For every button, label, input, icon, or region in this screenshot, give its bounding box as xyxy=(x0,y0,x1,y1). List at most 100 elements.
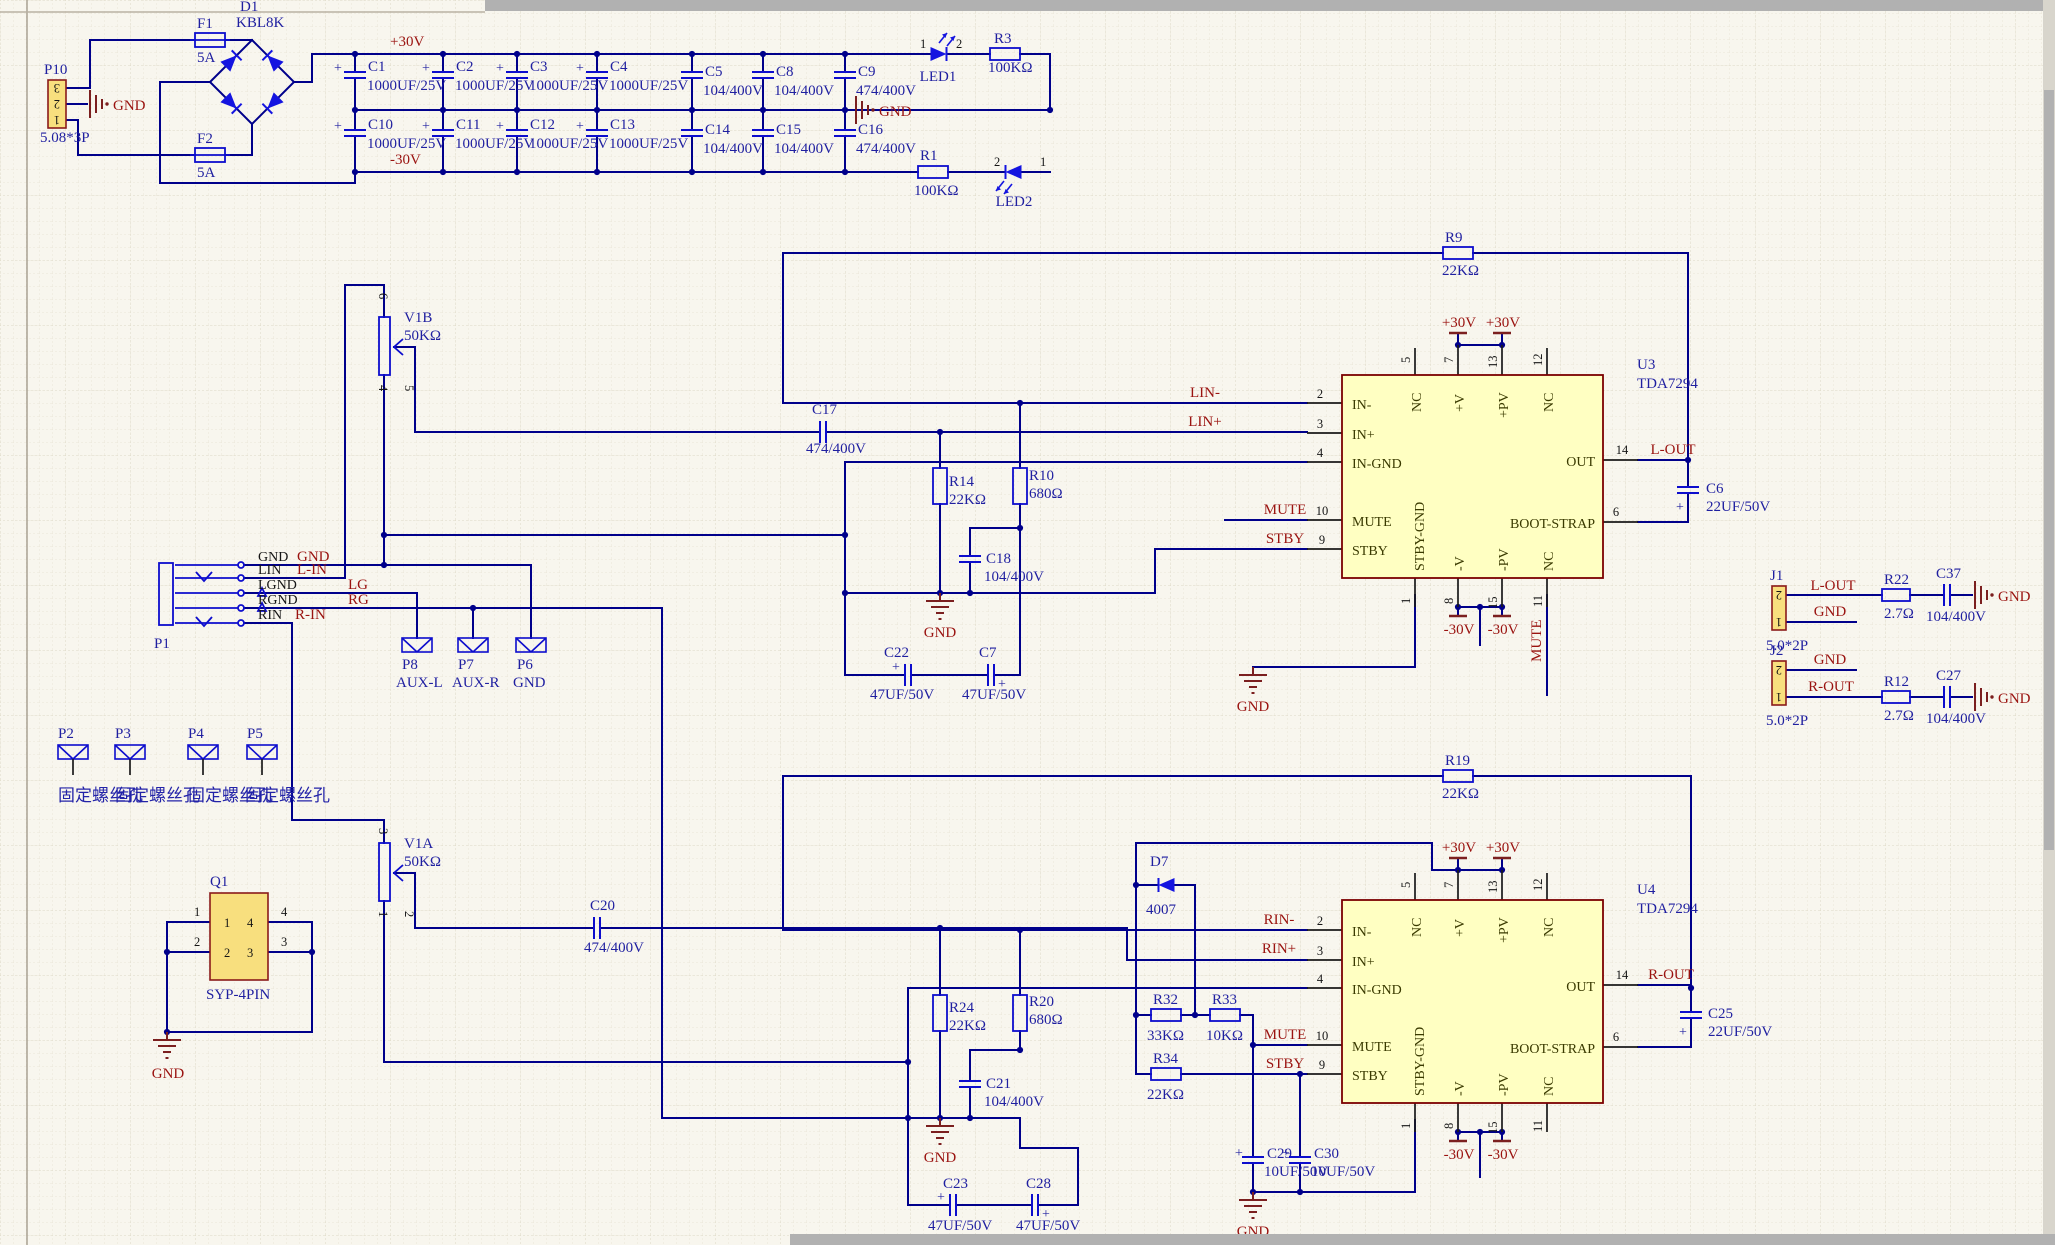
r32-value: 33KΩ xyxy=(1147,1028,1184,1044)
rail-p30-label: +30V xyxy=(390,34,424,50)
u4-pin10: 10 xyxy=(1316,1029,1329,1043)
net-mute-u4: MUTE xyxy=(1264,1027,1307,1043)
c28-value: 47UF/50V xyxy=(1016,1218,1080,1234)
u3-pin2: 2 xyxy=(1317,387,1323,401)
u4-name-nv: -V xyxy=(1453,1081,1468,1096)
led2-pin1: 1 xyxy=(1040,155,1046,169)
d1-value: KBL8K xyxy=(236,15,285,31)
r3-value: 100KΩ xyxy=(988,60,1032,76)
u4-pin2: 2 xyxy=(1317,914,1323,928)
led1-pin2: 2 xyxy=(956,37,962,51)
r14-ref: R14 xyxy=(949,474,975,490)
u3-name-nv: -V xyxy=(1453,556,1468,571)
c22-ref: C22 xyxy=(884,645,909,661)
c30-ref: C30 xyxy=(1314,1146,1339,1162)
c9-ref: C9 xyxy=(858,64,876,80)
q1-in4: 4 xyxy=(247,916,254,930)
v1b-value: 50KΩ xyxy=(404,328,441,344)
net-stby-u4: STBY xyxy=(1266,1056,1305,1072)
u4-pin3: 3 xyxy=(1317,944,1323,958)
c30-plus: + xyxy=(1282,1146,1290,1161)
j2-pin1: 1 xyxy=(1776,690,1782,704)
c10-ref: C10 xyxy=(368,117,393,133)
c27-ref: C27 xyxy=(1936,668,1962,684)
r12-ref: R12 xyxy=(1884,674,1909,690)
c11-value: 1000UF/25V xyxy=(455,136,534,152)
c23-plus: + xyxy=(937,1190,945,1205)
p10-gnd-label: GND xyxy=(113,98,146,114)
c25-ref: C25 xyxy=(1708,1006,1733,1022)
c3-plus: + xyxy=(496,61,504,76)
q1-in1: 1 xyxy=(224,916,230,930)
c37-value: 104/400V xyxy=(1926,609,1986,625)
f2-value: 5A xyxy=(197,165,216,181)
u4-value: TDA7294 xyxy=(1637,901,1698,917)
c21-value: 104/400V xyxy=(984,1094,1044,1110)
v1b-pin5: 5 xyxy=(402,385,416,391)
c12-plus: + xyxy=(496,119,504,134)
u3-pin4: 4 xyxy=(1317,446,1324,460)
r34-value: 22KΩ xyxy=(1147,1087,1184,1103)
c20-value: 474/400V xyxy=(584,940,644,956)
u3-name-mute: MUTE xyxy=(1352,515,1392,530)
u3-pin12: 12 xyxy=(1531,354,1545,367)
u3-pin14: 14 xyxy=(1616,443,1629,457)
u3-pin1: 1 xyxy=(1399,598,1413,604)
p1-pin-rin: RIN xyxy=(258,608,282,623)
u3-name-boot: BOOT-STRAP xyxy=(1510,517,1595,532)
net-lin-plus: LIN+ xyxy=(1188,414,1221,430)
scrollbar-top[interactable] xyxy=(485,0,2055,11)
r1-ref: R1 xyxy=(920,148,938,164)
net-l-in: L-IN xyxy=(297,562,327,578)
v1b-pin6: 6 xyxy=(376,293,390,299)
u4-name-out: OUT xyxy=(1566,980,1595,995)
net-gnd-j1: GND xyxy=(1814,604,1847,620)
r22-ref: R22 xyxy=(1884,572,1909,588)
schematic-canvas[interactable]: P10 5.08*3P 3 2 1 GND F1 5A F2 5A D1 KBL… xyxy=(0,0,2055,1245)
c29-plus: + xyxy=(1235,1146,1243,1161)
u4-name-in-plus: IN+ xyxy=(1352,955,1375,970)
net-gnd-j2: GND xyxy=(1814,652,1847,668)
net-rg: RG xyxy=(348,592,369,608)
c17-value: 474/400V xyxy=(806,441,866,457)
d7-ref: D7 xyxy=(1150,854,1169,870)
u3-p30-2: +30V xyxy=(1486,315,1520,331)
c15-value: 104/400V xyxy=(774,141,834,157)
v1a-value: 50KΩ xyxy=(404,854,441,870)
r34-ref: R34 xyxy=(1153,1051,1179,1067)
r19-value: 22KΩ xyxy=(1442,786,1479,802)
scrollbar-right-thumb[interactable] xyxy=(2044,90,2054,850)
c14-ref: C14 xyxy=(705,122,731,138)
p7-ref: P7 xyxy=(458,657,474,673)
p2-ref: P2 xyxy=(58,726,74,742)
r33-value: 10KΩ xyxy=(1206,1028,1243,1044)
c28-ref: C28 xyxy=(1026,1176,1051,1192)
u4-pin12: 12 xyxy=(1531,879,1545,892)
u4-pin13: 13 xyxy=(1486,881,1500,894)
u3-pin15: 15 xyxy=(1486,597,1500,610)
schematic-sheet[interactable]: P10 5.08*3P 3 2 1 GND F1 5A F2 5A D1 KBL… xyxy=(0,0,2055,1245)
r10-value: 680Ω xyxy=(1029,486,1063,502)
r1-value: 100KΩ xyxy=(914,183,958,199)
q1-in3: 3 xyxy=(247,946,253,960)
u4-pin4: 4 xyxy=(1317,972,1324,986)
c4-plus: + xyxy=(576,61,584,76)
led1-ref: LED1 xyxy=(920,69,957,85)
u3-name-pv: +V xyxy=(1453,394,1468,412)
q1-in2: 2 xyxy=(224,946,230,960)
scrollbar-bottom[interactable] xyxy=(790,1234,2055,1245)
c7-value: 47UF/50V xyxy=(962,687,1026,703)
q1-pin3: 3 xyxy=(281,935,287,949)
u3-p30-1: +30V xyxy=(1442,315,1476,331)
c5-value: 104/400V xyxy=(703,83,763,99)
f1-ref: F1 xyxy=(197,16,213,32)
c1-ref: C1 xyxy=(368,59,386,75)
c11-plus: + xyxy=(422,119,430,134)
c14-value: 104/400V xyxy=(703,141,763,157)
r33-ref: R33 xyxy=(1212,992,1237,1008)
u4-pin1: 1 xyxy=(1399,1123,1413,1129)
p8-ref: P8 xyxy=(402,657,418,673)
c4-value: 1000UF/25V xyxy=(609,78,688,94)
r9-value: 22KΩ xyxy=(1442,263,1479,279)
u3-name-nc11: NC xyxy=(1542,552,1557,571)
